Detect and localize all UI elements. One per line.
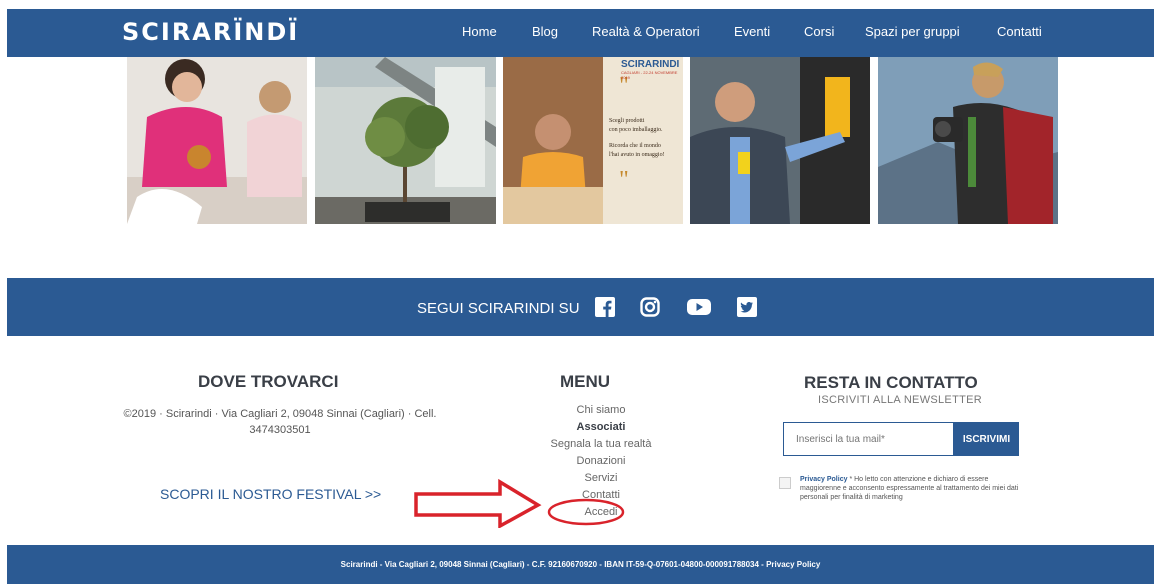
festival-card-line: con poco imballaggio. xyxy=(609,127,663,133)
nav-realta-operatori[interactable]: Realtà & Operatori xyxy=(592,24,700,40)
dove-trovarci-title: DOVE TROVARCI xyxy=(198,372,339,391)
facebook-icon[interactable] xyxy=(595,297,615,317)
resta-in-contatto-title: RESTA IN CONTATTO xyxy=(804,373,978,392)
menu-chi-siamo[interactable]: Chi siamo xyxy=(520,403,682,417)
privacy-checkbox[interactable] xyxy=(779,477,791,489)
social-bar: SEGUI SCIRARINDI SU xyxy=(7,278,1154,336)
top-navbar: SCIRARÏNDÏ Home Blog Realtà & Operatori … xyxy=(7,9,1154,57)
photo-mother-child xyxy=(127,57,307,224)
nav-corsi[interactable]: Corsi xyxy=(804,24,834,40)
twitter-icon[interactable] xyxy=(737,297,757,317)
site-logo[interactable]: SCIRARÏNDÏ xyxy=(122,17,299,47)
nav-spazi-per-gruppi[interactable]: Spazi per gruppi xyxy=(865,24,960,40)
privacy-consent-text: Privacy Policy * Ho letto con attenzione… xyxy=(800,475,1025,502)
nav-home[interactable]: Home xyxy=(462,24,497,40)
festival-card-dates: CAGLIARI - 22-24 NOVEMBRE 2019 xyxy=(621,70,678,80)
photo-indoor-tree xyxy=(315,57,496,224)
annotation-overlay xyxy=(414,478,625,528)
festival-link[interactable]: SCOPRI IL NOSTRO FESTIVAL >> xyxy=(160,486,381,502)
nav-blog[interactable]: Blog xyxy=(532,24,558,40)
instagram-icon[interactable] xyxy=(640,297,660,317)
menu-segnala-realta[interactable]: Segnala la tua realtà xyxy=(520,437,682,451)
red-arrow-annotation xyxy=(414,478,542,528)
newsletter-subscribe-button[interactable]: ISCRIVIMI xyxy=(954,422,1019,456)
footer-legal-text: Scirarindi - Via Cagliari 2, 09048 Sinna… xyxy=(340,560,821,569)
dove-address: ©2019 · Scirarindi · Via Cagliari 2, 090… xyxy=(123,408,437,436)
menu-donazioni[interactable]: Donazioni xyxy=(520,454,682,468)
festival-card-line: Scegli prodotti xyxy=(609,118,645,124)
svg-text:": " xyxy=(619,167,629,193)
menu-title: MENU xyxy=(560,372,611,391)
photo-festival-card: " " SCIRARINDI CAGLIARI - 22-24 NOVEMBRE… xyxy=(503,57,683,224)
menu-associati[interactable]: Associati xyxy=(520,420,682,434)
festival-card-line: Ricorda che il mondo xyxy=(609,143,661,149)
photo-shop-seller xyxy=(690,57,870,224)
youtube-icon[interactable] xyxy=(687,297,711,317)
nav-eventi[interactable]: Eventi xyxy=(734,24,770,40)
privacy-policy-link[interactable]: Privacy Policy xyxy=(800,476,847,483)
red-circle-annotation xyxy=(547,498,625,526)
nav-contatti[interactable]: Contatti xyxy=(997,24,1042,40)
festival-card-brand: SCIRARINDI xyxy=(621,59,680,70)
festival-card-quote: Scegli prodotti con poco imballaggio. Ri… xyxy=(609,117,665,160)
bottom-bar: Scirarindi - Via Cagliari 2, 09048 Sinna… xyxy=(7,545,1154,584)
social-follow-label: SEGUI SCIRARINDI SU xyxy=(417,300,580,317)
newsletter-subtitle: ISCRIVITI ALLA NEWSLETTER xyxy=(818,394,982,406)
festival-card-line: l'hai avuto in omaggio! xyxy=(609,152,665,158)
newsletter-email-input[interactable] xyxy=(783,422,954,456)
photo-hiker xyxy=(878,57,1058,224)
